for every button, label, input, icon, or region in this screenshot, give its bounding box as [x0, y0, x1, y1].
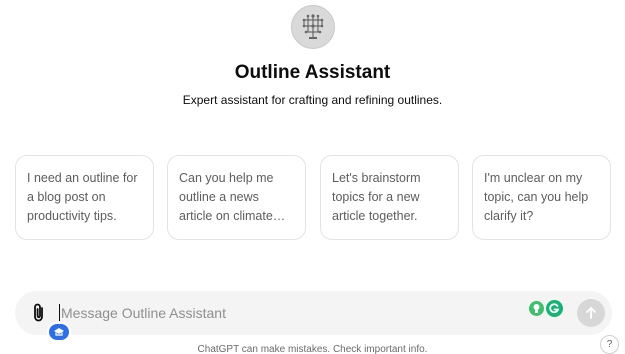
suggestion-card[interactable]: I need an outline for a blog post on pro… [15, 155, 154, 240]
tree-diagram-icon [302, 14, 324, 39]
suggestion-card[interactable]: Let's brainstorm topics for a new articl… [320, 155, 459, 240]
cap-icon [54, 328, 64, 336]
message-input[interactable] [61, 301, 501, 325]
suggestion-cards: I need an outline for a blog post on pro… [15, 155, 611, 240]
suggestion-text: I need an outline for a blog post on pro… [27, 171, 138, 223]
suggestion-text: Can you help me outline a news article o… [179, 171, 274, 223]
suggestion-card[interactable]: Can you help me outline a news article o… [167, 155, 306, 240]
suggestion-text: I'm unclear on my topic, can you help cl… [484, 171, 589, 223]
suggestion-text: Let's brainstorm topics for a new articl… [332, 171, 421, 223]
arrow-up-icon [586, 307, 596, 319]
assistant-description: Expert assistant for crafting and refini… [182, 93, 443, 107]
paperclip-icon[interactable] [29, 302, 49, 324]
help-button[interactable]: ? [600, 335, 619, 354]
message-composer [15, 291, 612, 335]
suggestion-card[interactable]: I'm unclear on my topic, can you help cl… [472, 155, 611, 240]
lightbulb-icon[interactable] [529, 301, 544, 316]
disclaimer-text: ChatGPT can make mistakes. Check importa… [197, 344, 428, 354]
extension-badge[interactable] [47, 322, 71, 342]
send-button[interactable] [577, 299, 605, 327]
assistant-avatar [291, 5, 335, 49]
grammarly-icon[interactable] [546, 300, 563, 317]
text-caret [59, 304, 60, 321]
assistant-title: Outline Assistant [234, 62, 391, 83]
